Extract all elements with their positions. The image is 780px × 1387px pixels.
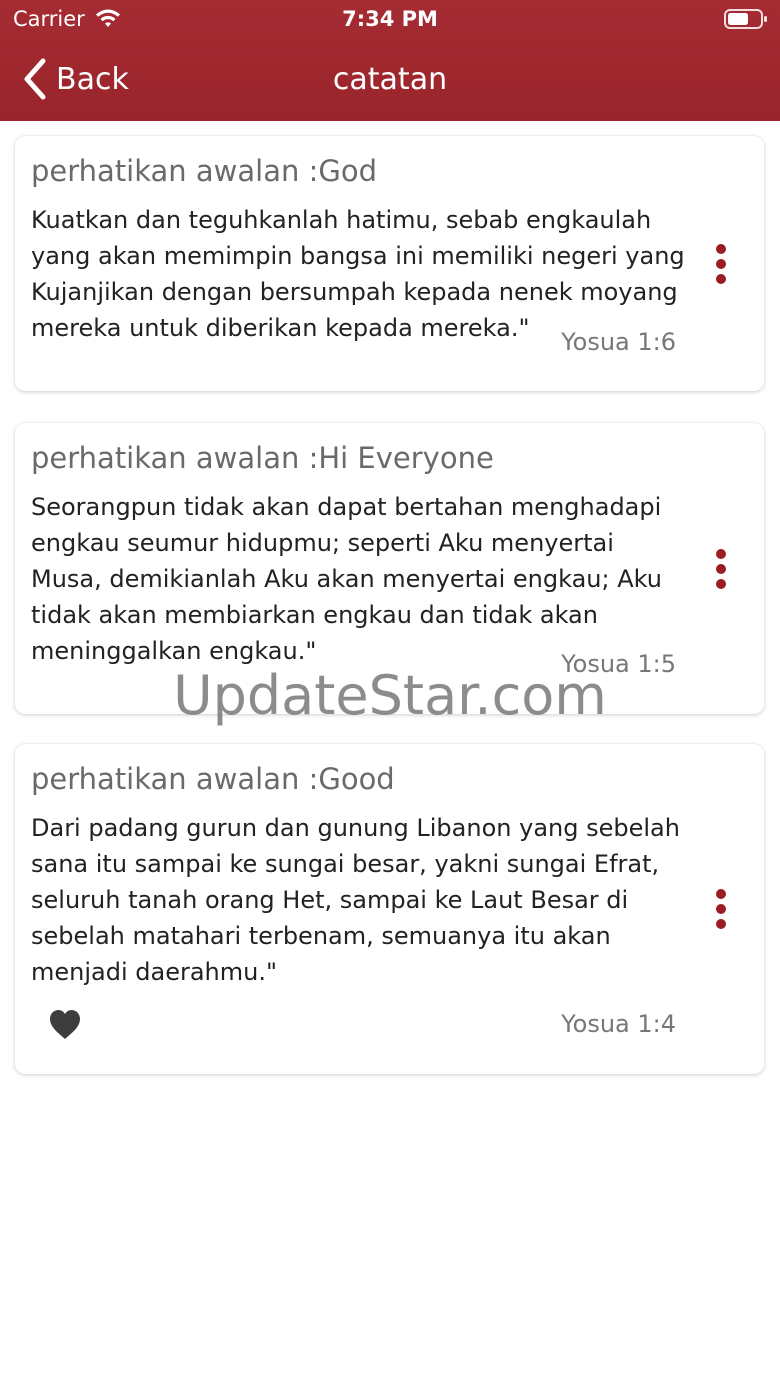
note-text: Seorangpun tidak akan dapat bertahan men… [31,493,662,665]
battery-icon [724,9,767,29]
note-card[interactable]: perhatikan awalan :Good Dari padang guru… [15,744,764,1074]
app-header: Carrier 7:34 PM Back catatan [0,0,780,121]
more-options-icon[interactable] [714,887,728,931]
note-title: perhatikan awalan :God [31,154,377,188]
note-text: Kuatkan dan teguhkanlah hatimu, sebab en… [31,206,685,342]
verse-reference: Yosua 1:5 [561,650,676,678]
status-bar: Carrier 7:34 PM [0,0,780,40]
verse-reference: Yosua 1:4 [561,1010,676,1038]
status-time: 7:34 PM [342,7,438,31]
more-options-icon[interactable] [714,242,728,286]
more-options-icon[interactable] [714,547,728,591]
note-card[interactable]: perhatikan awalan :God Kuatkan dan teguh… [15,136,764,391]
note-card[interactable]: perhatikan awalan :Hi Everyone Seorangpu… [15,423,764,714]
note-title: perhatikan awalan :Good [31,762,395,796]
heart-icon[interactable] [47,1007,83,1043]
navigation-bar: Back catatan [0,40,780,121]
note-title: perhatikan awalan :Hi Everyone [31,441,494,475]
note-text: Dari padang gurun dan gunung Libanon yan… [31,814,680,986]
page-title: catatan [332,62,448,97]
verse-reference: Yosua 1:6 [561,328,676,356]
